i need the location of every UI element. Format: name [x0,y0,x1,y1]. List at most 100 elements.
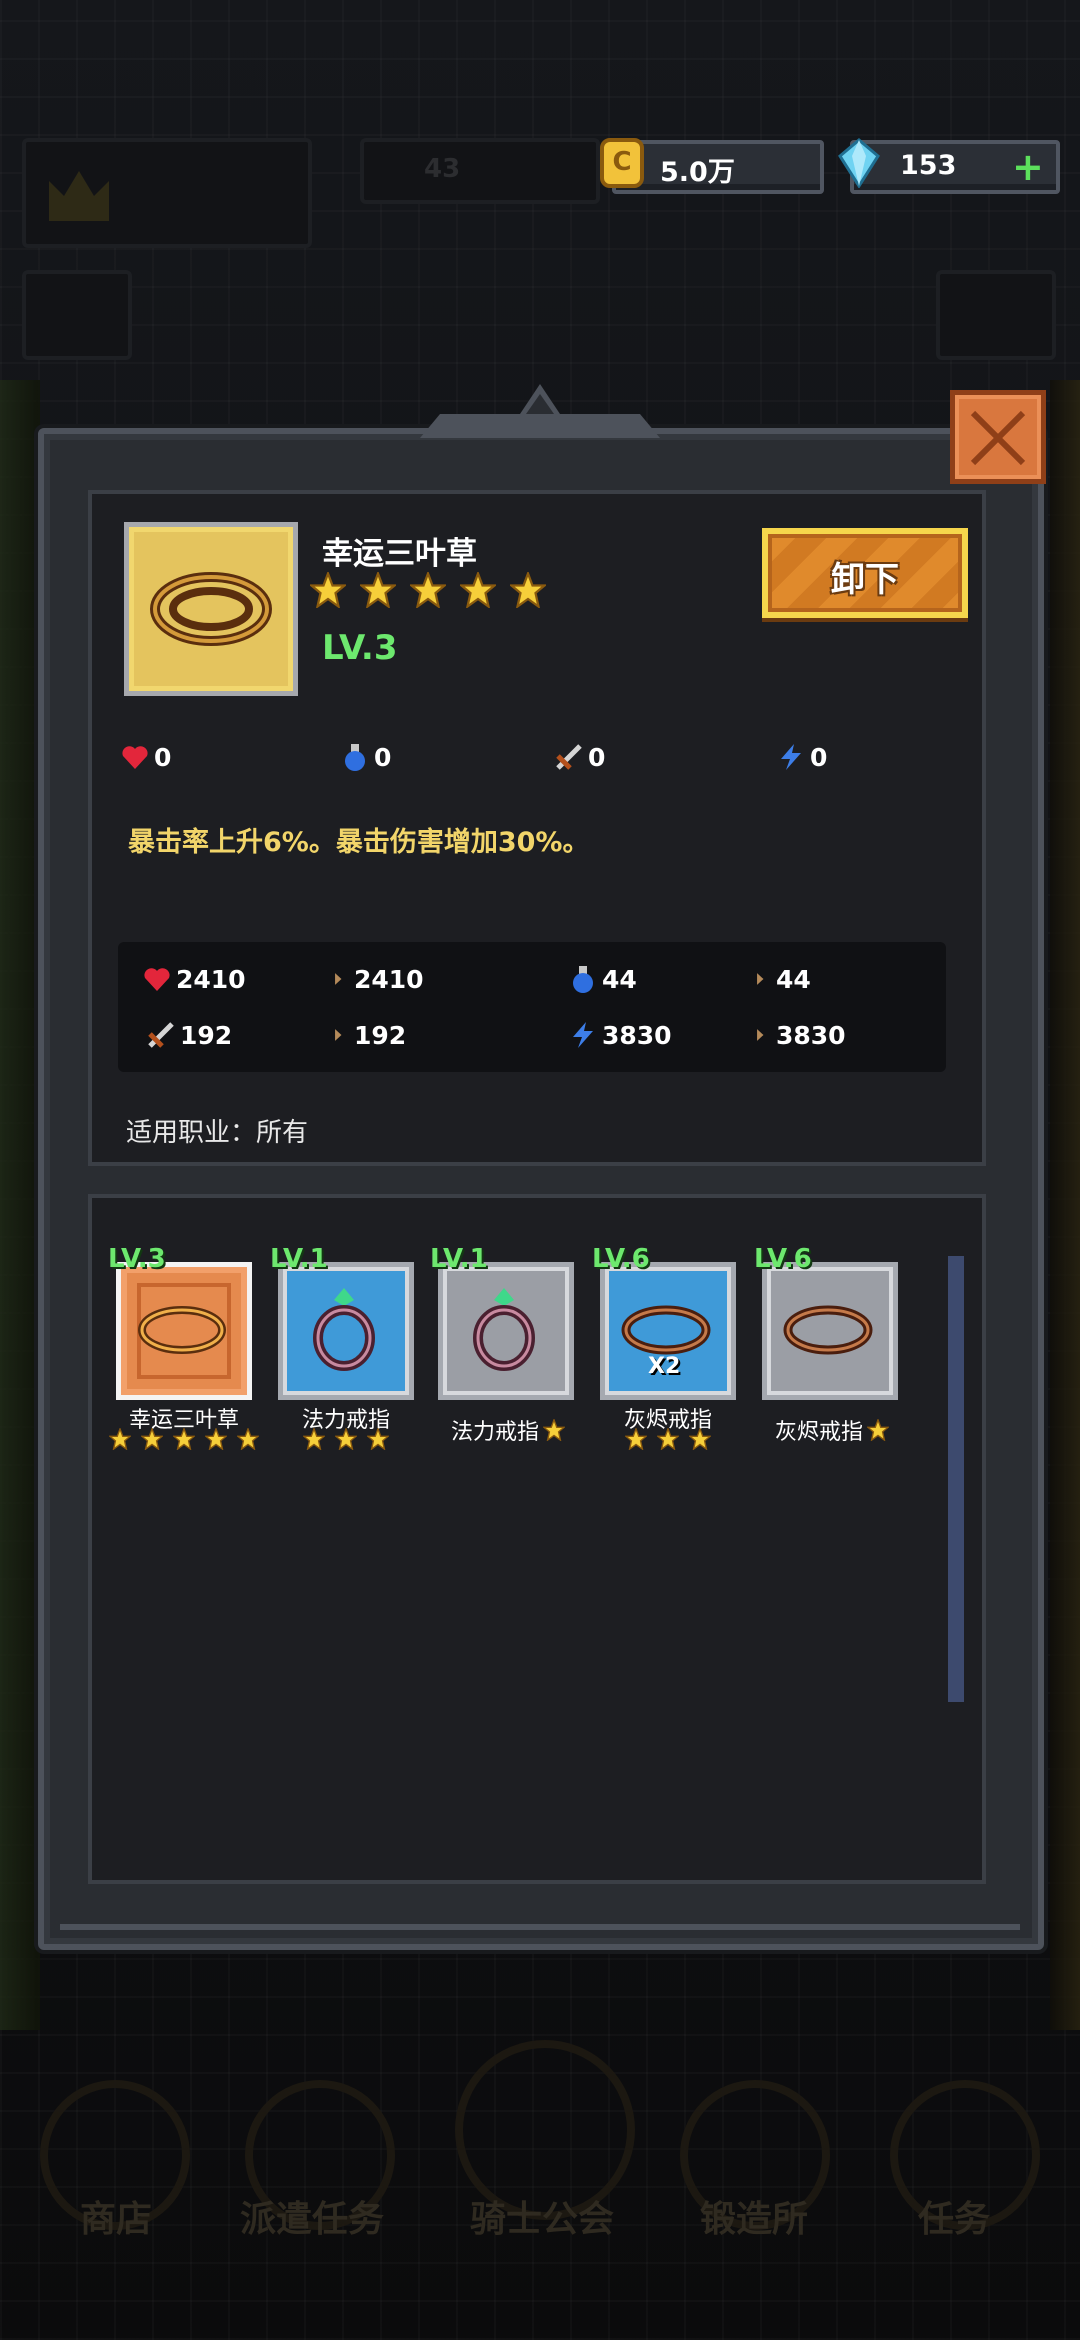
stat-hp: 0 [120,742,171,772]
inventory-scrollbar[interactable] [948,1256,964,1702]
star-icon [543,1419,565,1441]
stat-attack-value: 0 [588,742,606,772]
background-scenery-left [0,380,40,2030]
item-name: 幸运三叶草 [322,536,477,572]
slot-level: LV.1 [270,1244,328,1274]
star-icon [625,1428,647,1450]
sword-icon [148,1022,174,1048]
star-icon [510,572,546,608]
star-icon [303,1428,325,1450]
star-icon [689,1428,711,1450]
nav-shop[interactable]: 商店 [80,2190,152,2242]
compare-hp: 2410 [142,964,246,994]
star-icon [460,572,496,608]
gem-value: 153 [900,150,957,181]
gold-value: 5.0万 [660,157,735,188]
inventory-slot[interactable]: LV.3 [108,1244,252,1400]
star-icon [109,1428,131,1450]
star-icon [360,572,396,608]
heart-icon [122,746,148,769]
slot-item-name: 法力戒指 [450,1420,539,1445]
coin-icon: C [600,138,644,188]
compare-hp-value: 2410 [176,964,246,994]
compare-mp: 44 [568,964,637,994]
compare-hp-new: 2410 [334,964,424,994]
slot-star-rating [625,1428,711,1450]
slot-name-row: 法力戒指 [428,1414,588,1446]
compare-mp-value: 44 [602,964,637,994]
gem-ring-icon [313,1288,375,1371]
stat-speed: 0 [776,742,827,772]
equipped-item-icon [124,522,298,696]
inventory-slot[interactable]: LV.1 [270,1244,414,1400]
applicable-class-label: 适用职业：所有 [126,1118,309,1148]
compare-attack-new-value: 192 [354,1020,407,1050]
sword-icon [556,744,582,770]
star-icon [141,1428,163,1450]
item-star-rating [310,572,546,608]
arrow-icon [757,973,764,985]
compare-mp-new: 44 [756,964,811,994]
compare-speed-new: 3830 [756,1020,846,1050]
stat-speed-value: 0 [810,742,828,772]
diamond-icon [838,138,880,188]
ember-ring-icon [783,1305,873,1355]
unequip-button[interactable]: 卸下 [762,528,968,618]
heart-icon [144,968,170,991]
compare-speed: 3830 [568,1020,672,1050]
slot-count: X2 [648,1354,681,1379]
lightning-icon [573,1022,593,1048]
player-profile-dimmed [22,138,312,248]
star-icon [205,1428,227,1450]
close-icon [970,410,1026,466]
star-icon [410,572,446,608]
crown-icon [49,171,109,221]
close-button[interactable] [950,390,1046,484]
slot-star-rating [109,1428,259,1450]
inventory-slot[interactable]: LV.6 X2 [592,1244,736,1400]
inventory-slot[interactable]: LV.1 [430,1244,574,1400]
gold-ring-icon [150,572,272,646]
inventory-slot[interactable]: LV.6 [754,1244,898,1400]
arrow-icon [335,973,342,985]
nav-guild[interactable]: 骑士公会 [470,2190,614,2242]
add-gems-button[interactable]: + [1012,148,1044,186]
gem-ring-icon [473,1288,535,1371]
slot-item-name: 灰烬戒指 [774,1420,863,1445]
mana-potion-icon [345,744,365,771]
stat-hp-value: 0 [154,742,172,772]
home-button-dimmed [22,270,132,360]
stat-comparison-panel [118,942,946,1072]
nav-forge[interactable]: 锻造所 [700,2190,808,2242]
star-icon [657,1428,679,1450]
slot-level: LV.6 [592,1244,650,1274]
star-icon [173,1428,195,1450]
item-level: LV.3 [322,628,398,668]
star-icon [310,572,346,608]
lightning-icon [781,744,801,770]
background-scenery-right [1050,380,1080,2030]
stat-mp: 0 [340,742,391,772]
slot-name-row: 灰烬戒指 [752,1414,912,1446]
stat-attack: 0 [554,742,605,772]
compare-speed-new-value: 3830 [776,1020,846,1050]
compare-mp-new-value: 44 [776,964,811,994]
compare-attack-new: 192 [334,1020,406,1050]
star-icon [237,1428,259,1450]
mail-button-dimmed [936,270,1056,360]
mana-potion-icon [573,966,593,993]
arrow-icon [335,1029,342,1041]
slot-level: LV.6 [754,1244,812,1274]
compare-attack-value: 192 [180,1020,233,1050]
star-icon [335,1428,357,1450]
slot-level: LV.3 [108,1244,166,1274]
compare-hp-new-value: 2410 [354,964,424,994]
nav-quest[interactable]: 任务 [918,2190,990,2242]
power-display-dimmed: 43 [360,138,600,204]
stat-mp-value: 0 [374,742,392,772]
nav-dispatch[interactable]: 派遣任务 [240,2190,384,2242]
item-description: 暴击率上升6%。暴击伤害增加30%。 [128,827,590,858]
slot-star-rating [303,1428,389,1450]
slot-level: LV.1 [430,1244,488,1274]
compare-attack: 192 [146,1020,232,1050]
